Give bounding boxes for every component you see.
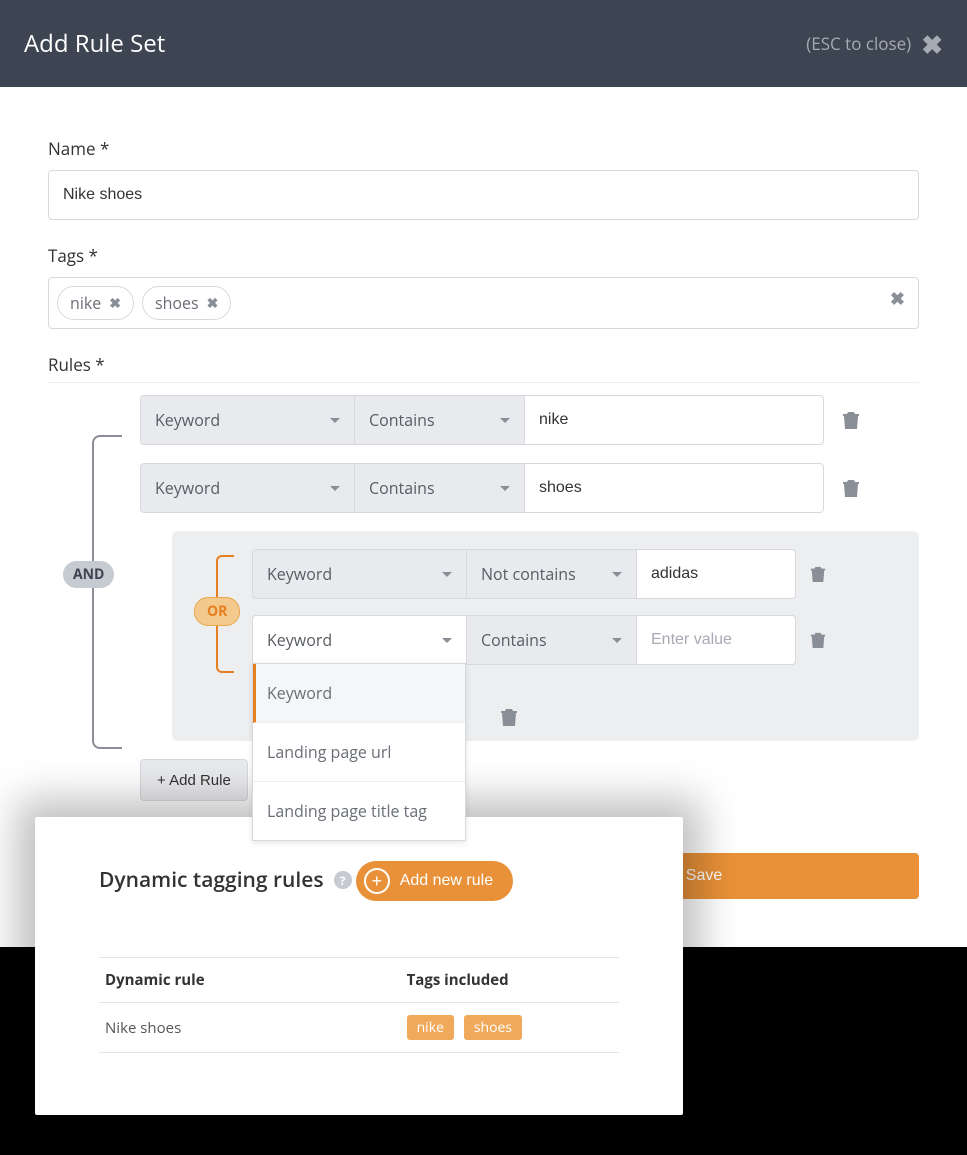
delete-rule-icon[interactable]	[842, 410, 860, 430]
tag-text: shoes	[155, 292, 199, 314]
value-input[interactable]	[524, 395, 824, 445]
tag-text: nike	[70, 292, 101, 314]
add-new-rule-label: Add new rule	[400, 872, 493, 890]
delete-rule-icon[interactable]	[810, 631, 826, 649]
dropdown-option[interactable]: Landing page title tag	[253, 782, 465, 840]
tag-pill: shoes ✖	[142, 286, 231, 320]
rule-row: Keyword Contains Keyword	[252, 615, 903, 665]
chevron-down-icon	[500, 486, 510, 491]
close-icon[interactable]: ✖	[921, 31, 943, 57]
remove-tag-icon[interactable]: ✖	[109, 294, 121, 313]
plus-icon: +	[364, 868, 390, 894]
delete-group-icon[interactable]	[500, 707, 518, 727]
chevron-down-icon	[330, 418, 340, 423]
tags-field: Tags * nike ✖ shoes ✖ ✖	[48, 244, 919, 329]
rules-label: Rules *	[48, 353, 919, 383]
tag-pill: nike ✖	[57, 286, 134, 320]
select-value: Keyword	[267, 563, 332, 585]
select-value: Keyword	[267, 629, 332, 651]
modal-header: Add Rule Set (ESC to close) ✖	[0, 0, 967, 87]
help-icon[interactable]: ?	[334, 871, 352, 889]
col-tags-included: Tags included	[401, 958, 619, 1003]
add-new-rule-button[interactable]: + Add new rule	[356, 861, 513, 901]
tag-chip: shoes	[464, 1015, 522, 1040]
operator-select[interactable]: Contains	[466, 615, 636, 665]
dropdown-option[interactable]: Keyword	[253, 664, 465, 723]
esc-hint: (ESC to close)	[806, 32, 911, 55]
delete-rule-icon[interactable]	[810, 565, 826, 583]
and-bracket	[92, 435, 122, 749]
select-value: Contains	[481, 629, 547, 651]
rules-field: Rules *	[48, 353, 919, 383]
rule-stack: Keyword Contains Keyword	[140, 395, 919, 801]
dynamic-tagging-card: Dynamic tagging rules ? + Add new rule D…	[35, 817, 683, 1115]
modal-title: Add Rule Set	[24, 27, 165, 60]
close-group: (ESC to close) ✖	[806, 31, 943, 57]
field-select[interactable]: Keyword	[252, 549, 466, 599]
card-title-text: Dynamic tagging rules	[99, 866, 324, 894]
card-title: Dynamic tagging rules ?	[99, 866, 352, 894]
chevron-down-icon	[612, 638, 622, 643]
table-row[interactable]: Nike shoes nike shoes	[99, 1003, 619, 1053]
add-rule-button[interactable]: + Add Rule	[140, 759, 248, 801]
operator-select[interactable]: Not contains	[466, 549, 636, 599]
value-input[interactable]	[636, 615, 796, 665]
rule-row: Keyword Not contains	[252, 549, 903, 599]
name-input[interactable]	[48, 170, 919, 220]
rules-area: AND Keyword Contains	[48, 395, 919, 801]
cell-tags: nike shoes	[401, 1003, 619, 1053]
select-value: Keyword	[155, 409, 220, 431]
field-dropdown-menu: Keyword Landing page url Landing page ti…	[252, 663, 466, 841]
rule-row: Keyword Contains	[140, 463, 919, 513]
rule-row: Keyword Contains	[140, 395, 919, 445]
name-label: Name *	[48, 137, 919, 160]
remove-tag-icon[interactable]: ✖	[207, 294, 219, 313]
table-header-row: Dynamic rule Tags included	[99, 958, 619, 1003]
or-badge: OR	[194, 597, 240, 626]
value-input[interactable]	[524, 463, 824, 513]
field-select[interactable]: Keyword	[140, 395, 354, 445]
field-select[interactable]: Keyword	[140, 463, 354, 513]
tags-input[interactable]: nike ✖ shoes ✖	[48, 277, 919, 329]
rules-table: Dynamic rule Tags included Nike shoes ni…	[99, 957, 619, 1053]
operator-select[interactable]: Contains	[354, 463, 524, 513]
tags-label: Tags *	[48, 244, 919, 267]
field-select[interactable]: Keyword	[252, 615, 466, 665]
name-field: Name *	[48, 137, 919, 220]
clear-tags-icon[interactable]: ✖	[890, 287, 905, 311]
chevron-down-icon	[330, 486, 340, 491]
select-value: Keyword	[155, 477, 220, 499]
chevron-down-icon	[442, 638, 452, 643]
select-value: Contains	[369, 409, 435, 431]
delete-rule-icon[interactable]	[842, 478, 860, 498]
col-dynamic-rule: Dynamic rule	[99, 958, 401, 1003]
cell-rule-name: Nike shoes	[99, 1003, 401, 1053]
chevron-down-icon	[442, 572, 452, 577]
and-badge: AND	[63, 561, 114, 588]
chevron-down-icon	[612, 572, 622, 577]
dropdown-option[interactable]: Landing page url	[253, 723, 465, 782]
add-rule-set-modal: Add Rule Set (ESC to close) ✖ Name * Tag…	[0, 0, 967, 947]
tag-chip: nike	[407, 1015, 454, 1040]
select-value: Contains	[369, 477, 435, 499]
select-value: Not contains	[481, 563, 576, 585]
value-input[interactable]	[636, 549, 796, 599]
or-group: OR Keyword Not contains	[172, 531, 919, 741]
operator-select[interactable]: Contains	[354, 395, 524, 445]
chevron-down-icon	[500, 418, 510, 423]
